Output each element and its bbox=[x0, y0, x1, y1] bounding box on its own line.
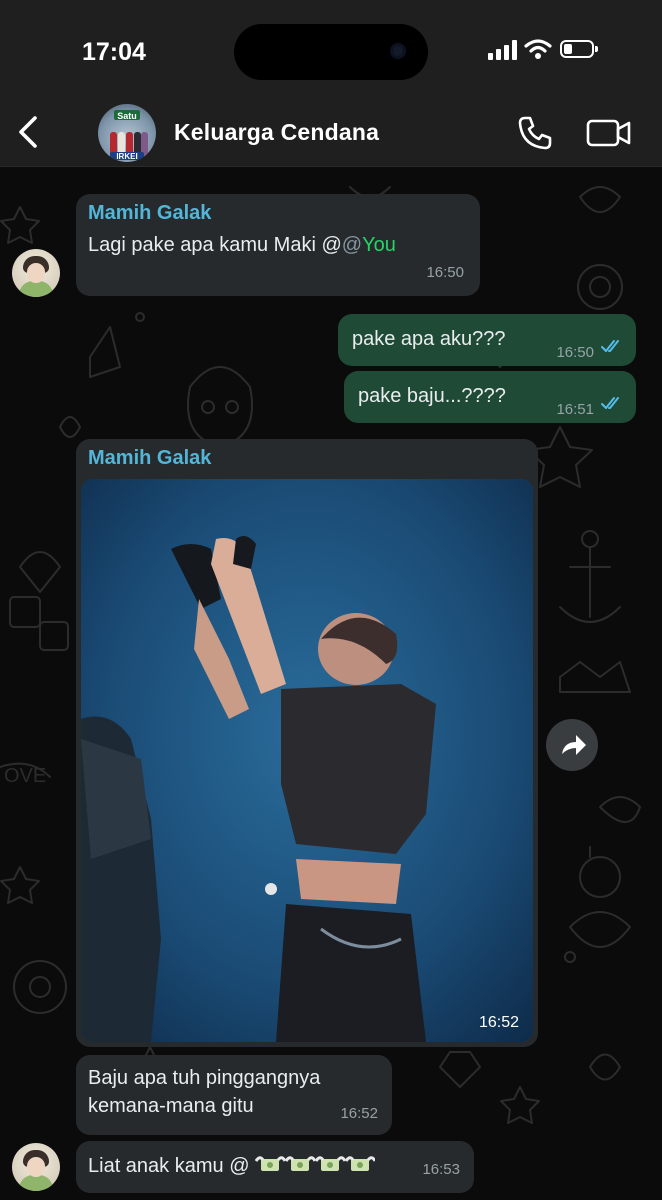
photo-image bbox=[81, 479, 533, 1042]
message-bubble-outgoing[interactable]: pake baju...???? 16:51 bbox=[344, 371, 636, 423]
read-receipt-icon bbox=[601, 397, 619, 409]
message-text-row: Liat anak kamu @ bbox=[88, 1153, 377, 1180]
message-text-line-2: kemana-mana gitu bbox=[88, 1095, 254, 1117]
svg-text:OVE: OVE bbox=[4, 765, 46, 787]
avatar-text-bottom: IRKEI bbox=[116, 152, 137, 161]
sender-avatar[interactable] bbox=[12, 249, 60, 297]
cellular-signal-icon bbox=[488, 40, 517, 60]
sender-avatar[interactable] bbox=[12, 1143, 60, 1191]
forward-button[interactable] bbox=[546, 719, 598, 771]
message-time: 16:51 bbox=[556, 401, 594, 418]
battery-icon bbox=[560, 40, 598, 58]
flying-money-emoji-icon bbox=[254, 1156, 377, 1171]
shared-photo[interactable]: 16:52 bbox=[81, 479, 533, 1042]
message-text-line-1: Baju apa tuh pinggangnya bbox=[88, 1067, 321, 1089]
message-time: 16:50 bbox=[556, 344, 594, 361]
mention-you[interactable]: You bbox=[362, 234, 396, 256]
chat-header: Satu IRKEI Keluarga Cendana bbox=[0, 100, 662, 167]
avatar-text-top: Satu bbox=[117, 111, 137, 121]
status-time: 17:04 bbox=[82, 38, 146, 66]
mention-prefix[interactable]: @ bbox=[342, 234, 362, 256]
avatar-lettering: Satu IRKEI bbox=[116, 111, 137, 161]
voice-call-icon[interactable] bbox=[516, 114, 554, 152]
read-receipt-icon bbox=[601, 340, 619, 352]
message-bubble-outgoing[interactable]: pake apa aku??? 16:50 bbox=[338, 314, 636, 366]
status-bar: 17:04 bbox=[0, 0, 662, 100]
message-time: 16:52 bbox=[340, 1105, 378, 1122]
message-bubble-incoming[interactable]: Liat anak kamu @ 16:53 bbox=[76, 1141, 474, 1193]
message-bubble-incoming[interactable]: Baju apa tuh pinggangnya kemana-mana git… bbox=[76, 1055, 392, 1135]
message-text: Liat anak kamu @ bbox=[88, 1155, 250, 1177]
forward-arrow-icon bbox=[562, 735, 586, 755]
group-avatar[interactable]: Satu IRKEI bbox=[98, 104, 156, 162]
message-sender[interactable]: Mamih Galak bbox=[88, 445, 211, 472]
message-time: 16:50 bbox=[426, 264, 464, 281]
chat-area[interactable]: OVE Mamih Galak Lagi pake apa kamu Maki … bbox=[0, 167, 662, 1200]
video-call-icon[interactable] bbox=[586, 116, 632, 150]
message-text: pake apa aku??? bbox=[352, 328, 506, 350]
dynamic-island bbox=[234, 24, 428, 80]
message-text: Lagi pake apa kamu Maki @ bbox=[88, 234, 342, 256]
message-sender[interactable]: Mamih Galak bbox=[88, 200, 211, 227]
wifi-icon bbox=[524, 39, 552, 59]
message-text-row: Lagi pake apa kamu Maki @@You bbox=[88, 232, 396, 259]
chat-title[interactable]: Keluarga Cendana bbox=[174, 119, 379, 146]
message-text: pake baju...???? bbox=[358, 385, 506, 407]
back-chevron-icon[interactable] bbox=[10, 112, 46, 152]
message-time: 16:53 bbox=[422, 1161, 460, 1178]
message-bubble-incoming[interactable]: Mamih Galak Lagi pake apa kamu Maki @@Yo… bbox=[76, 194, 480, 296]
message-time: 16:52 bbox=[478, 1014, 519, 1031]
